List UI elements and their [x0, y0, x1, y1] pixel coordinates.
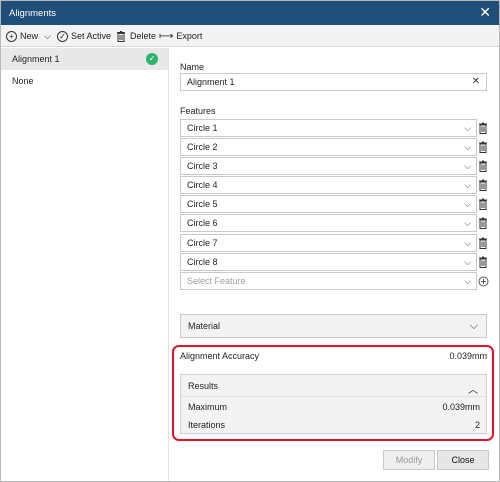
- trash-icon[interactable]: [478, 141, 488, 153]
- toolbar: + New ⌵ ✓ Set Active Delete ⟼ Export: [1, 25, 499, 47]
- chevron-down-icon: ⌵: [469, 320, 478, 332]
- results-header[interactable]: Results ︿: [181, 375, 486, 397]
- maximum-label: Maximum: [188, 402, 228, 412]
- export-label: Export: [176, 31, 203, 41]
- sidebar-item-label: Alignment 1: [12, 54, 60, 64]
- clear-icon[interactable]: ✕: [472, 74, 480, 90]
- trash-icon: [116, 30, 127, 42]
- delete-label: Delete: [130, 31, 157, 41]
- add-feature-icon[interactable]: [478, 276, 489, 287]
- alignments-dialog: Alignments ✕ + New ⌵ ✓ Set Active Delete…: [0, 0, 500, 482]
- close-button[interactable]: Close: [437, 450, 489, 470]
- feature-value: Circle 1: [187, 123, 218, 133]
- iterations-label: Iterations: [188, 420, 226, 430]
- chevron-down-icon: ⌵: [464, 142, 471, 152]
- feature-select[interactable]: Circle 5 ⌵: [180, 195, 477, 213]
- alignment-accuracy-value: 0.039mm: [449, 351, 487, 361]
- trash-icon[interactable]: [478, 237, 488, 249]
- set-active-label: Set Active: [71, 31, 112, 41]
- name-label: Name: [180, 62, 205, 72]
- feature-value: Circle 4: [187, 180, 218, 190]
- trash-icon[interactable]: [478, 198, 488, 210]
- iterations-value: 2: [474, 420, 480, 430]
- name-field[interactable]: Alignment 1 ✕: [180, 73, 487, 91]
- trash-icon[interactable]: [478, 256, 488, 268]
- material-expander[interactable]: Material ⌵: [180, 314, 487, 338]
- trash-icon[interactable]: [478, 160, 488, 172]
- trash-icon[interactable]: [478, 217, 488, 229]
- chevron-down-icon: ⌵: [464, 276, 471, 286]
- alignment-accuracy-label: Alignment Accuracy: [180, 351, 260, 361]
- chevron-down-icon: ⌵: [464, 257, 471, 267]
- window-title: Alignments: [9, 8, 56, 19]
- material-label: Material: [188, 321, 221, 331]
- feature-select[interactable]: Circle 7 ⌵: [180, 234, 477, 252]
- sidebar-item-label: None: [12, 76, 34, 86]
- feature-select[interactable]: Circle 2 ⌵: [180, 138, 477, 156]
- select-feature-placeholder: Select Feature: [187, 276, 246, 286]
- select-feature-dropdown[interactable]: Select Feature ⌵: [180, 272, 477, 290]
- results-panel: Results ︿ Maximum 0.039mm Iterations 2: [180, 374, 487, 434]
- set-active-button[interactable]: ✓ Set Active: [57, 28, 111, 44]
- chevron-down-icon: ⌵: [464, 180, 471, 190]
- export-button[interactable]: ⟼ Export: [159, 28, 202, 44]
- alignment-list: Alignment 1 ✓ None: [1, 48, 169, 481]
- name-value: Alignment 1: [187, 77, 235, 87]
- close-window-icon[interactable]: ✕: [479, 4, 491, 20]
- features-label: Features: [180, 106, 216, 116]
- chevron-down-icon: ⌵: [464, 238, 471, 248]
- feature-select[interactable]: Circle 3 ⌵: [180, 157, 477, 175]
- feature-value: Circle 7: [187, 238, 218, 248]
- trash-icon[interactable]: [478, 179, 488, 191]
- results-row-iterations: Iterations 2: [188, 416, 480, 434]
- feature-select[interactable]: Circle 4 ⌵: [180, 176, 477, 194]
- sidebar-item-none[interactable]: None: [1, 70, 168, 92]
- plus-circle-icon: +: [6, 30, 17, 42]
- active-check-icon: ✓: [146, 53, 158, 65]
- feature-select[interactable]: Circle 8 ⌵: [180, 253, 477, 271]
- feature-value: Circle 8: [187, 257, 218, 267]
- chevron-down-icon: ⌵: [464, 218, 471, 228]
- maximum-value: 0.039mm: [442, 402, 480, 412]
- results-row-maximum: Maximum 0.039mm: [188, 398, 480, 416]
- chevron-down-icon: ⌵: [464, 123, 471, 133]
- chevron-down-icon: ⌵: [464, 199, 471, 209]
- feature-value: Circle 2: [187, 142, 218, 152]
- export-arrow-icon: ⟼: [159, 30, 174, 42]
- feature-value: Circle 5: [187, 199, 218, 209]
- results-label: Results: [188, 381, 219, 391]
- chevron-down-icon: ⌵: [44, 30, 51, 41]
- feature-select[interactable]: Circle 6 ⌵: [180, 214, 477, 232]
- feature-value: Circle 6: [187, 218, 218, 228]
- sidebar-item-alignment-1[interactable]: Alignment 1 ✓: [1, 48, 168, 70]
- check-circle-icon: ✓: [57, 30, 68, 42]
- modify-button[interactable]: Modify: [383, 450, 435, 470]
- new-button[interactable]: + New ⌵: [6, 28, 51, 44]
- feature-value: Circle 3: [187, 161, 218, 171]
- chevron-down-icon: ⌵: [464, 161, 471, 171]
- title-bar: Alignments ✕: [1, 1, 499, 25]
- trash-icon[interactable]: [478, 122, 488, 134]
- delete-button[interactable]: Delete: [116, 28, 156, 44]
- new-label: New: [20, 31, 39, 41]
- feature-select[interactable]: Circle 1 ⌵: [180, 119, 477, 137]
